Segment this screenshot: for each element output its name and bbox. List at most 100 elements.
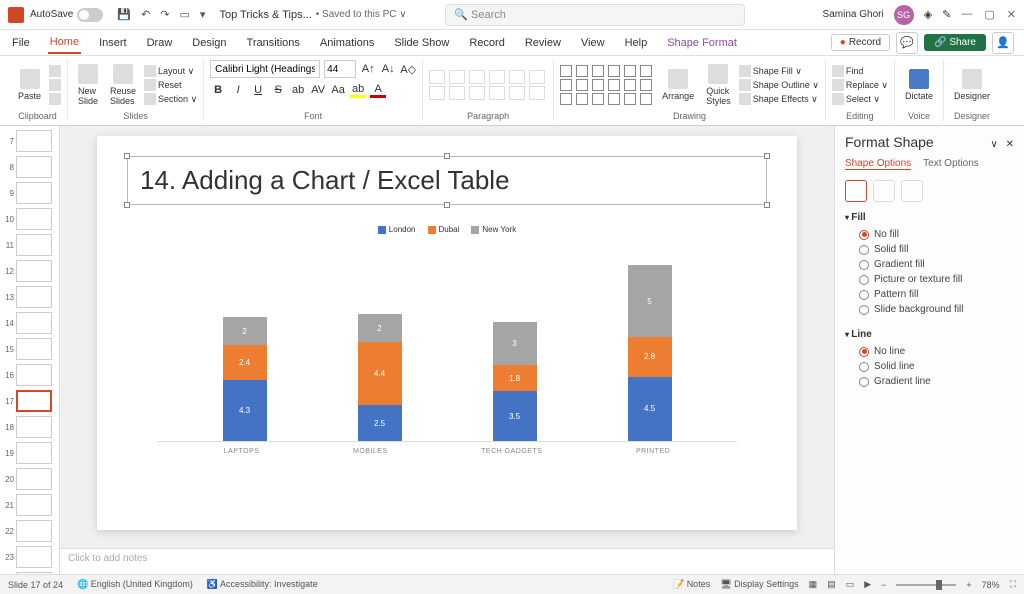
search-input[interactable]: 🔍 Search (445, 4, 745, 26)
tab-draw[interactable]: Draw (145, 33, 175, 53)
clear-format-button[interactable]: A◇ (400, 61, 416, 77)
thumbnail[interactable]: 7 (2, 130, 57, 152)
thumbnail[interactable]: 21 (2, 494, 57, 516)
minimize-icon[interactable]: — (961, 8, 972, 21)
display-settings-button[interactable]: 🖥 Display Settings (720, 579, 798, 590)
fit-window-icon[interactable]: ⛶ (1010, 579, 1016, 590)
tab-file[interactable]: File (10, 33, 32, 53)
thumbnail[interactable]: 17 (2, 390, 57, 412)
save-icon[interactable]: 💾 (117, 8, 131, 21)
thumbnail[interactable]: 14 (2, 312, 57, 334)
line-section[interactable]: Line (845, 329, 1014, 340)
thumbnail[interactable]: 18 (2, 416, 57, 438)
picture-fill-radio[interactable]: Picture or texture fill (859, 272, 1014, 287)
reading-view-icon[interactable]: ▭ (846, 579, 855, 590)
thumbnail[interactable]: 15 (2, 338, 57, 360)
comments-button[interactable]: 💬 (896, 32, 918, 54)
thumbnail[interactable]: 8 (2, 156, 57, 178)
tab-help[interactable]: Help (623, 33, 650, 53)
thumbnail-panel[interactable]: 789101112131415161718192021222324 (0, 126, 60, 574)
tab-review[interactable]: Review (523, 33, 563, 53)
zoom-slider[interactable] (896, 584, 956, 586)
tab-slideshow[interactable]: Slide Show (392, 33, 451, 53)
shrink-font-button[interactable]: A↓ (380, 61, 396, 77)
no-line-radio[interactable]: No line (859, 344, 1014, 359)
share-button[interactable]: 🔗 Share (924, 34, 986, 51)
reuse-slides-button[interactable]: Reuse Slides (106, 62, 140, 108)
size-tab-icon[interactable] (901, 180, 923, 202)
thumbnail[interactable]: 12 (2, 260, 57, 282)
slideshow-view-icon[interactable]: ▶ (864, 579, 871, 590)
record-button[interactable]: Record (831, 34, 890, 51)
shape-effects-button[interactable]: Shape Effects ∨ (739, 93, 819, 105)
thumbnail[interactable]: 19 (2, 442, 57, 464)
maximize-icon[interactable]: ▢ (984, 8, 994, 21)
undo-icon[interactable]: ↶ (141, 8, 150, 21)
pattern-fill-radio[interactable]: Pattern fill (859, 287, 1014, 302)
close-icon[interactable]: ✕ (1007, 8, 1016, 21)
document-title[interactable]: Top Tricks & Tips... (219, 9, 311, 21)
format-painter-button[interactable] (49, 93, 61, 105)
title-placeholder[interactable]: 14. Adding a Chart / Excel Table (127, 156, 767, 205)
designer-button[interactable]: Designer (950, 67, 994, 103)
shape-options-tab[interactable]: Shape Options (845, 158, 911, 170)
dictate-button[interactable]: Dictate (901, 67, 937, 103)
new-slide-button[interactable]: New Slide (74, 62, 102, 108)
chart[interactable]: LondonDubaiNew York 4.32.422.54.423.51.8… (127, 225, 767, 455)
shape-fill-button[interactable]: Shape Fill ∨ (739, 65, 819, 77)
highlight-button[interactable]: ab (350, 82, 366, 98)
layout-button[interactable]: Layout ∨ (144, 65, 197, 77)
thumbnail[interactable]: 11 (2, 234, 57, 256)
thumbnail[interactable]: 24 (2, 572, 57, 574)
no-fill-radio[interactable]: No fill (859, 227, 1014, 242)
fill-section[interactable]: Fill (845, 212, 1014, 223)
arrange-button[interactable]: Arrange (658, 67, 698, 103)
tab-design[interactable]: Design (190, 33, 228, 53)
fill-line-icon[interactable] (845, 180, 867, 202)
shadow-button[interactable]: ab (290, 82, 306, 98)
user-name[interactable]: Samina Ghori (823, 9, 884, 20)
tab-animations[interactable]: Animations (318, 33, 376, 53)
text-options-tab[interactable]: Text Options (923, 158, 979, 170)
saved-status[interactable]: • Saved to this PC ∨ (316, 9, 407, 20)
zoom-out-icon[interactable]: − (881, 580, 886, 590)
tab-transitions[interactable]: Transitions (245, 33, 302, 53)
zoom-in-icon[interactable]: + (966, 580, 971, 590)
cut-button[interactable] (49, 65, 61, 77)
case-button[interactable]: Aa (330, 82, 346, 98)
tab-record[interactable]: Record (467, 33, 506, 53)
thumbnail[interactable]: 9 (2, 182, 57, 204)
thumbnail[interactable]: 16 (2, 364, 57, 386)
paragraph-buttons[interactable] (429, 70, 547, 100)
copy-button[interactable] (49, 79, 61, 91)
gradient-fill-radio[interactable]: Gradient fill (859, 257, 1014, 272)
tab-shape-format[interactable]: Shape Format (665, 33, 739, 53)
strikethrough-button[interactable]: S (270, 82, 286, 98)
gradient-line-radio[interactable]: Gradient line (859, 374, 1014, 389)
font-color-button[interactable]: A (370, 82, 386, 98)
language-button[interactable]: 🌐 English (United Kingdom) (77, 579, 193, 590)
grow-font-button[interactable]: A↑ (360, 61, 376, 77)
slide-bg-fill-radio[interactable]: Slide background fill (859, 302, 1014, 317)
font-name-input[interactable] (210, 60, 320, 78)
normal-view-icon[interactable]: ▦ (809, 579, 818, 590)
pane-dropdown-icon[interactable]: ∨ (991, 139, 998, 150)
italic-button[interactable]: I (230, 82, 246, 98)
thumbnail[interactable]: 13 (2, 286, 57, 308)
pane-close-icon[interactable]: ✕ (1006, 139, 1014, 150)
shapes-gallery[interactable] (560, 65, 654, 105)
quick-styles-button[interactable]: Quick Styles (702, 62, 735, 108)
thumbnail[interactable]: 22 (2, 520, 57, 542)
solid-line-radio[interactable]: Solid line (859, 359, 1014, 374)
thumbnail[interactable]: 10 (2, 208, 57, 230)
slide-canvas[interactable]: 14. Adding a Chart / Excel Table LondonD… (60, 126, 834, 574)
redo-icon[interactable]: ↷ (160, 8, 169, 21)
tab-home[interactable]: Home (48, 32, 81, 54)
zoom-label[interactable]: 78% (982, 580, 1000, 590)
avatar[interactable]: SG (894, 5, 914, 25)
font-size-input[interactable] (324, 60, 356, 78)
sorter-view-icon[interactable]: ▤ (827, 579, 836, 590)
tab-insert[interactable]: Insert (97, 33, 129, 53)
thumbnail[interactable]: 23 (2, 546, 57, 568)
slide-title[interactable]: 14. Adding a Chart / Excel Table (140, 165, 754, 196)
